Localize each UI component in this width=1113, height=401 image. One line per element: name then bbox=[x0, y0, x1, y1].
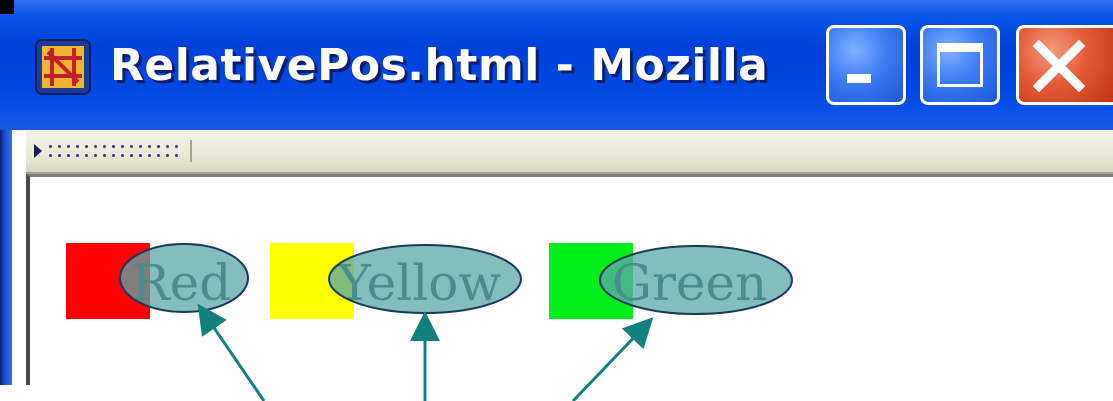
maximize-button[interactable] bbox=[920, 25, 1000, 105]
title-bar[interactable]: RelativePos.html - Mozilla bbox=[0, 0, 1113, 130]
browser-window: RelativePos.html - Mozilla Red Yellow Gr… bbox=[0, 0, 1113, 401]
expand-arrow-icon bbox=[34, 144, 42, 158]
toolbar-grippy[interactable] bbox=[34, 140, 192, 162]
minimize-icon bbox=[847, 74, 871, 83]
window-bottom-edge bbox=[0, 385, 1113, 401]
label-red: Red bbox=[132, 254, 232, 312]
label-yellow: Yellow bbox=[338, 254, 502, 312]
close-button[interactable] bbox=[1016, 25, 1113, 105]
maximize-icon bbox=[937, 43, 983, 87]
mozilla-app-icon bbox=[34, 38, 92, 96]
collapsed-toolbar bbox=[26, 130, 1113, 174]
grip-dots-icon bbox=[46, 142, 182, 160]
close-icon bbox=[1031, 38, 1087, 94]
window-title: RelativePos.html - Mozilla bbox=[110, 40, 769, 91]
label-green: Green bbox=[612, 254, 768, 312]
minimize-button[interactable] bbox=[826, 25, 906, 105]
